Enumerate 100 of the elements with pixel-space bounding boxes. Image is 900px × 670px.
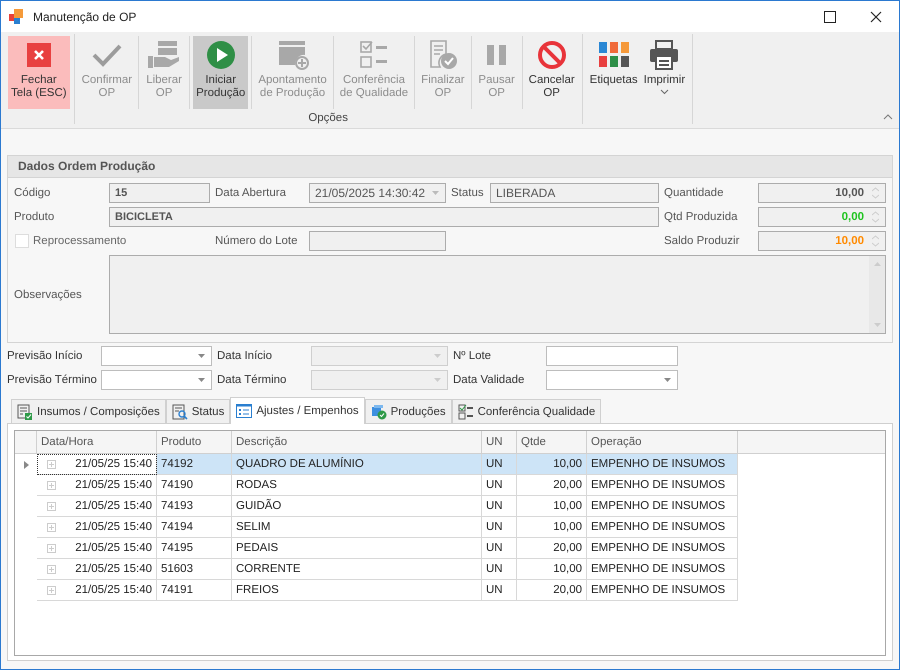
play-icon xyxy=(206,40,236,70)
expand-icon[interactable] xyxy=(47,522,56,532)
table-cell: EMPENHO DE INSUMOS xyxy=(591,500,726,512)
document-check-icon xyxy=(428,40,458,70)
checkbox[interactable] xyxy=(15,234,29,248)
expand-icon[interactable] xyxy=(47,480,56,490)
table-cell: EMPENHO DE INSUMOS xyxy=(591,521,726,533)
field-label: Observações xyxy=(14,288,83,300)
product-field[interactable]: BICICLETA xyxy=(109,207,659,227)
expand-icon[interactable] xyxy=(47,502,56,510)
table-cell: 21/05/25 15:40 xyxy=(75,521,152,533)
tab[interactable]: Status xyxy=(166,399,230,423)
expand-icon[interactable] xyxy=(47,564,56,574)
table-cell: EMPENHO DE INSUMOS xyxy=(591,563,726,575)
field-label: Previsão Início xyxy=(7,350,84,362)
table-cell: 74190 xyxy=(161,479,193,491)
table-cell: UN xyxy=(486,479,503,491)
status-field[interactable]: LIBERADA xyxy=(490,183,659,203)
table-cell: 21/05/25 15:40 xyxy=(75,563,152,575)
table-cell: UN xyxy=(486,521,503,533)
list-check-icon xyxy=(17,404,33,420)
collapse-icon[interactable] xyxy=(883,114,893,120)
ribbon-button[interactable]: Iniciar Produção xyxy=(193,36,248,109)
caret-icon xyxy=(432,191,439,195)
ribbon-button[interactable]: Etiquetas xyxy=(586,36,641,109)
table-cell: CORRENTE xyxy=(236,563,301,575)
field-label: Nº Lote xyxy=(452,350,492,362)
column-header[interactable]: UN xyxy=(482,431,517,453)
spinner-icon[interactable] xyxy=(872,211,879,223)
tab[interactable]: Insumos / Composições xyxy=(11,399,166,423)
tab[interactable]: Conferência Qualidade xyxy=(452,399,602,423)
field-label: Produto xyxy=(14,211,56,223)
field-label: Data Início xyxy=(216,350,273,362)
row-pointer-icon xyxy=(24,460,28,468)
notes-field[interactable] xyxy=(109,255,886,334)
table-cell: 74193 xyxy=(161,500,193,512)
table-cell: EMPENHO DE INSUMOS xyxy=(591,479,726,491)
table-cell: 10,00 xyxy=(553,521,582,533)
table-cell: 21/05/25 15:40 xyxy=(75,542,152,554)
field-label: Saldo Produzir xyxy=(663,235,740,247)
table-row[interactable]: 21/05/25 15:40 74191 FREIOS UN 20,00 EMPENHO DE INSUMOS xyxy=(15,580,885,601)
table-cell: RODAS xyxy=(236,479,277,491)
list-icon xyxy=(236,403,252,419)
field-label: Data Validade xyxy=(452,374,526,386)
expand-icon[interactable] xyxy=(47,586,56,594)
table-row[interactable]: 21/05/25 15:40 51603 CORRENTE UN 10,00 EMPENHO DE INSUMOS xyxy=(15,559,885,580)
table-cell: 21/05/25 15:40 xyxy=(75,458,152,470)
table-cell: 20,00 xyxy=(553,584,582,596)
tab[interactable]: Produções xyxy=(364,399,452,423)
table-row[interactable]: 21/05/25 15:40 74193 GUIDÃO UN 10,00 EMPENHO DE INSUMOS xyxy=(15,496,885,517)
input-field[interactable] xyxy=(546,346,678,366)
table-cell: PEDAIS xyxy=(236,542,278,554)
table-row[interactable]: 21/05/25 15:40 74190 RODAS UN 20,00 EMPENHO DE INSUMOS xyxy=(15,475,885,496)
checklist-icon xyxy=(458,404,474,420)
caret-icon xyxy=(198,354,205,358)
column-header[interactable]: Produto xyxy=(157,431,232,453)
table-cell: 10,00 xyxy=(553,458,582,470)
column-header[interactable]: Data/Hora xyxy=(37,431,157,453)
table-cell: 74191 xyxy=(161,584,193,596)
scrollbar[interactable] xyxy=(869,256,885,333)
checkbox-label: Reprocessamento xyxy=(33,235,126,247)
box-check-icon xyxy=(370,404,387,420)
spinner-icon[interactable] xyxy=(872,235,879,247)
table-cell: FREIOS xyxy=(236,584,279,596)
spinner-icon[interactable] xyxy=(872,187,879,199)
table-cell: 21/05/25 15:40 xyxy=(75,500,152,512)
table-cell: EMPENHO DE INSUMOS xyxy=(591,584,726,596)
table-cell: 10,00 xyxy=(553,500,582,512)
table-cell: EMPENHO DE INSUMOS xyxy=(591,542,726,554)
table-cell: SELIM xyxy=(236,521,271,533)
expand-icon[interactable] xyxy=(47,460,56,468)
ribbon-button[interactable]: Imprimir xyxy=(640,36,688,109)
tab[interactable]: Ajustes / Empenhos xyxy=(230,397,365,424)
ribbon-button[interactable]: Cancelar OP xyxy=(526,36,578,109)
input-field[interactable] xyxy=(101,370,212,390)
group-label: Opções xyxy=(308,112,348,124)
field-label: Número do Lote xyxy=(214,235,298,247)
date-field[interactable]: 21/05/2025 14:30:42 xyxy=(309,183,446,203)
code-field[interactable]: 15 xyxy=(109,183,210,203)
ribbon-button[interactable]: Fechar Tela (ESC) xyxy=(8,36,70,109)
column-header[interactable]: Operação xyxy=(587,431,738,453)
table-cell: UN xyxy=(486,500,503,512)
lot-field[interactable] xyxy=(309,231,446,251)
table-row[interactable]: 21/05/25 15:40 74195 PEDAIS UN 20,00 EMPENHO DE INSUMOS xyxy=(15,538,885,559)
table-cell: GUIDÃO xyxy=(236,500,282,512)
color-grid-icon xyxy=(598,40,629,70)
caret-icon xyxy=(434,354,441,358)
expand-icon[interactable] xyxy=(47,544,56,552)
column-header[interactable]: Descrição xyxy=(232,431,482,453)
table-row[interactable]: 21/05/25 15:40 74192 QUADRO DE ALUMÍNIO UN 10,00 EMPENHO DE INSUMOS xyxy=(15,454,885,475)
column-header[interactable]: Qtde xyxy=(517,431,587,453)
table-row[interactable]: 21/05/25 15:40 74194 SELIM UN 10,00 EMPENHO DE INSUMOS xyxy=(15,517,885,538)
number-field[interactable]: 10,00 xyxy=(758,183,886,203)
checklist-icon xyxy=(358,40,389,70)
table-cell: 21/05/25 15:40 xyxy=(75,479,152,491)
field-label: Previsão Término xyxy=(7,374,98,386)
input-field[interactable] xyxy=(546,370,678,390)
table-cell: UN xyxy=(486,563,503,575)
input-field[interactable] xyxy=(101,346,212,366)
table-cell: QUADRO DE ALUMÍNIO xyxy=(236,458,364,470)
